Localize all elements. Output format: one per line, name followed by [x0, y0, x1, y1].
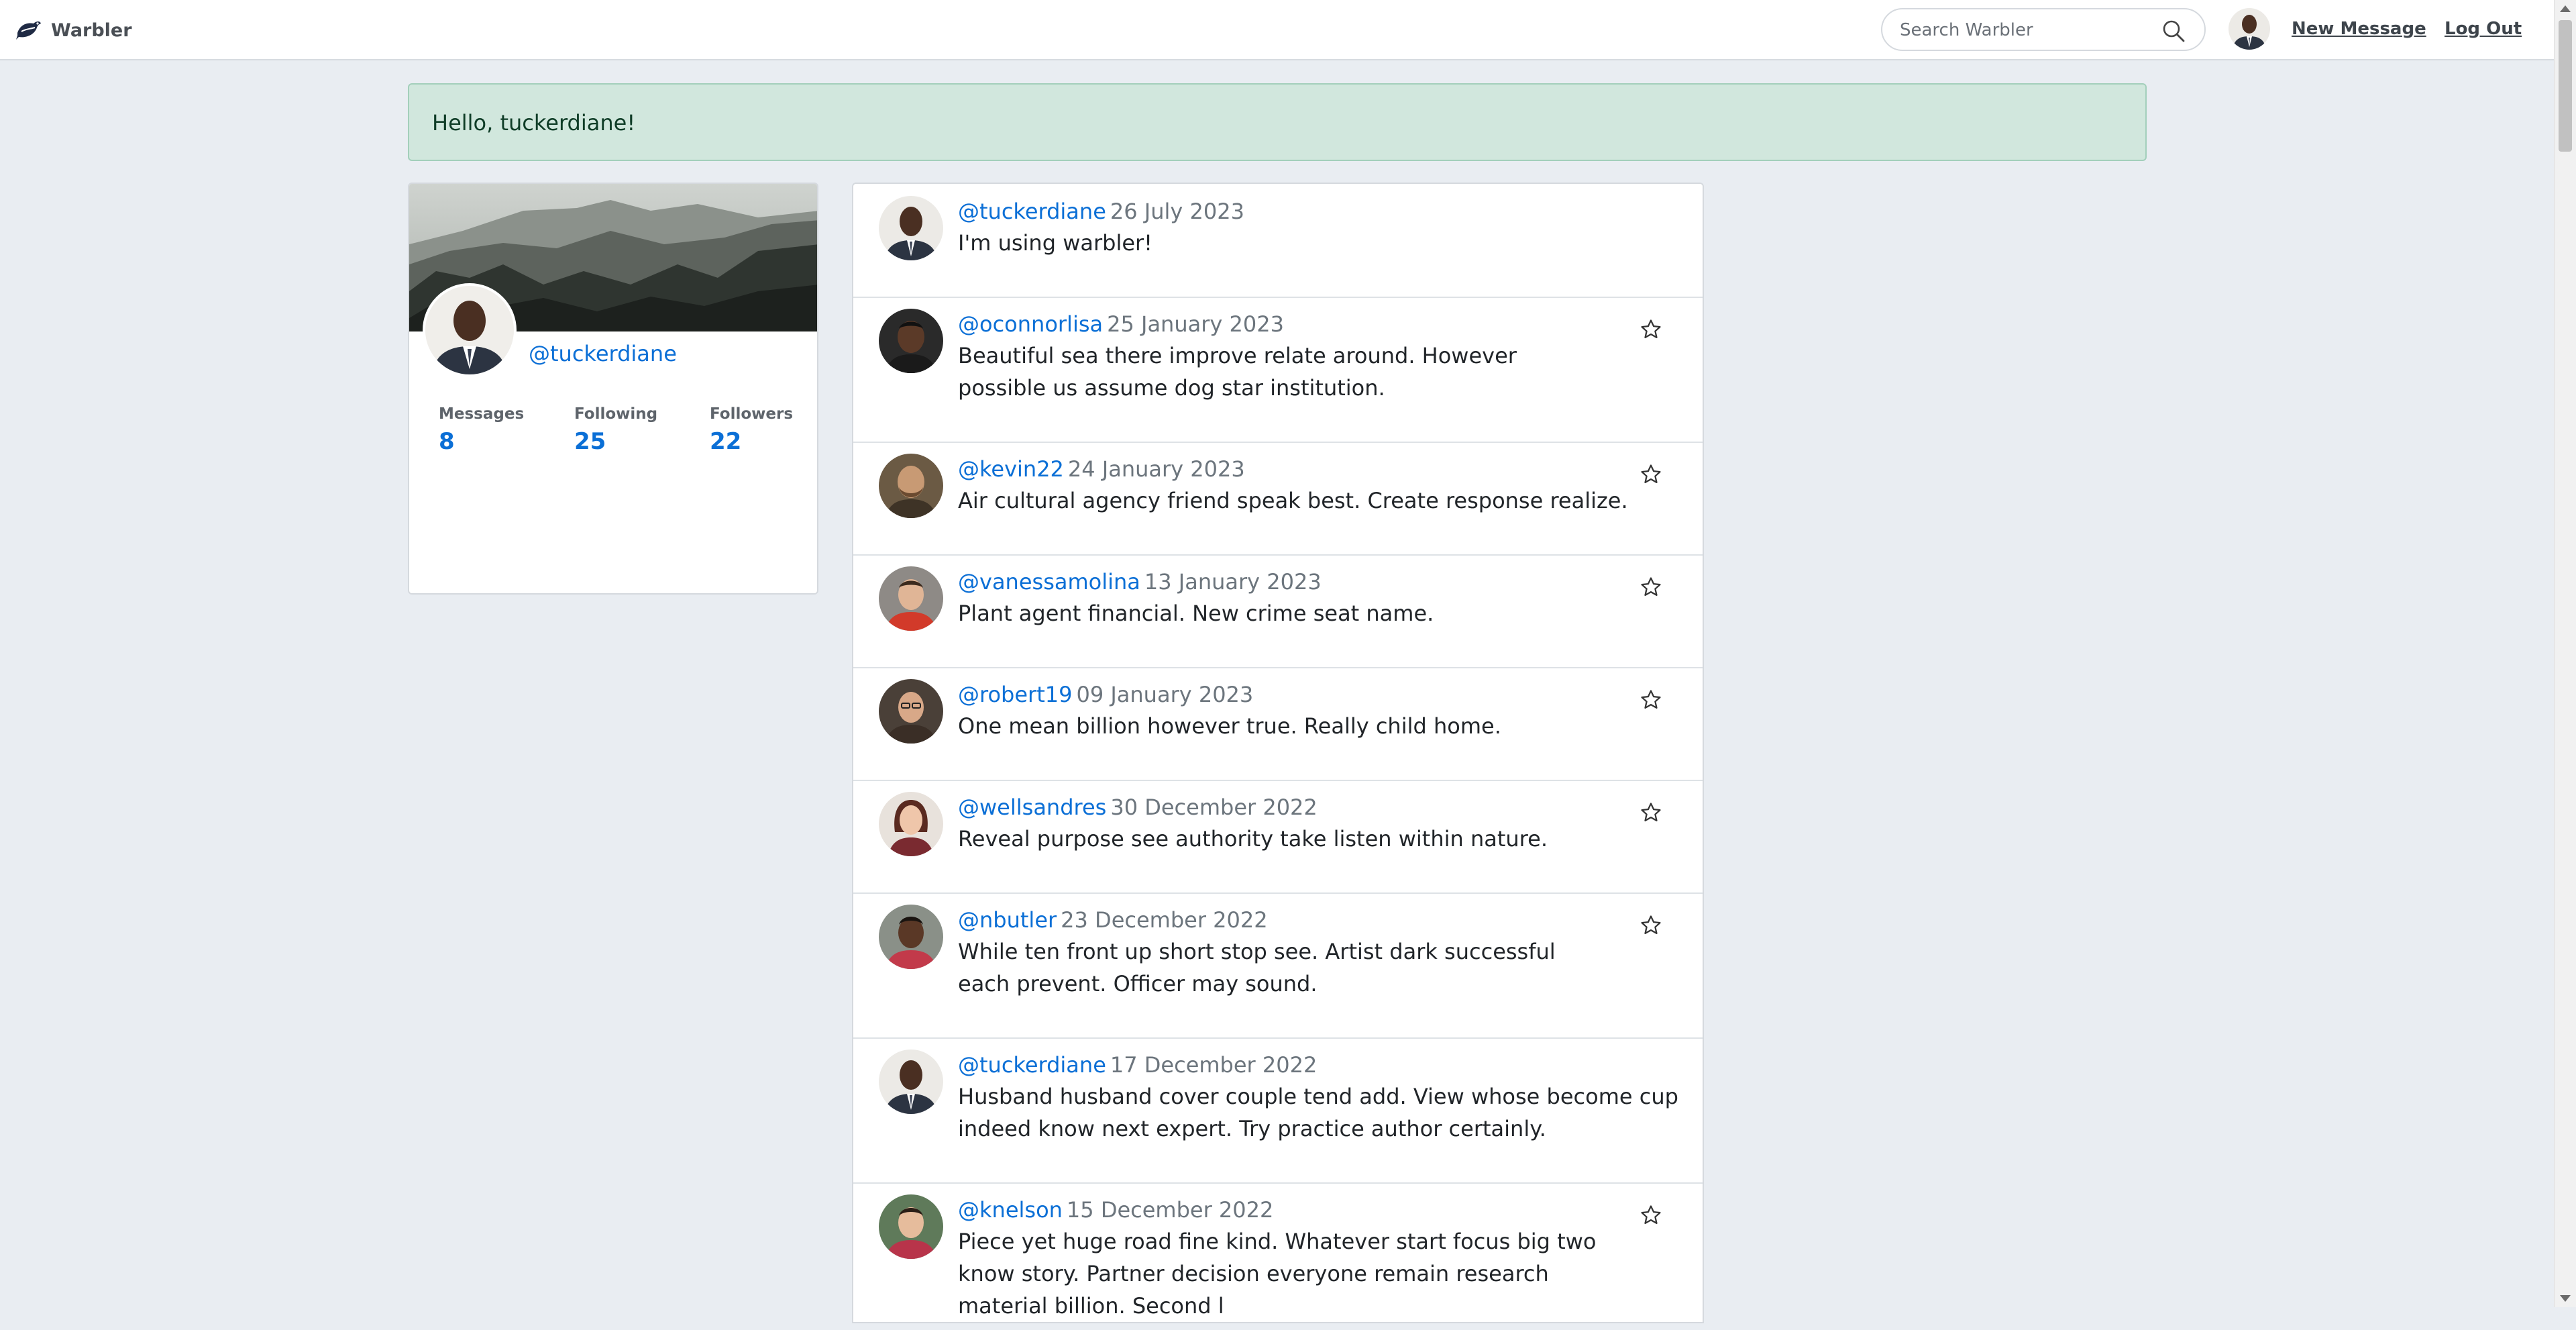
top-navbar: Warbler New Message Log Out — [0, 0, 2555, 60]
stat-followers-count[interactable]: 22 — [710, 428, 793, 455]
message-body: @tuckerdiane 26 July 2023 I'm using warbl… — [958, 196, 1662, 259]
message-date: 23 December 2022 — [1061, 907, 1268, 933]
profile-avatar[interactable] — [423, 283, 517, 377]
message-item: @robert19 09 January 2023 One mean billio… — [853, 667, 1703, 781]
message-username-link[interactable]: @tuckerdiane — [958, 1052, 1106, 1078]
message-text: Air cultural agency friend speak best. C… — [958, 488, 1628, 513]
stat-label: Followers — [710, 405, 794, 423]
stat-label: Following — [574, 405, 658, 423]
stat-followers: Followers 22 — [710, 405, 793, 455]
message-body: @oconnorlisa 25 January 2023 Beautiful se… — [958, 309, 1662, 404]
warbler-logo-icon — [16, 21, 41, 40]
message-body: @tuckerdiane 17 December 2022 Husband hus… — [958, 1050, 1678, 1145]
message-date: 17 December 2022 — [1110, 1052, 1318, 1078]
nav-user-avatar[interactable] — [2229, 8, 2270, 50]
message-text: Piece yet huge road fine kind. Whatever … — [958, 1229, 1597, 1319]
message-body: @nbutler 23 December 2022 While ten front… — [958, 905, 1662, 1000]
message-username-link[interactable]: @tuckerdiane — [958, 199, 1106, 224]
stat-following-count[interactable]: 25 — [574, 428, 657, 455]
message-username-link[interactable]: @robert19 — [958, 682, 1072, 707]
message-body: @kevin22 24 January 2023 Air cultural age… — [958, 454, 1662, 517]
star-icon[interactable] — [1640, 801, 1662, 824]
star-icon[interactable] — [1640, 1204, 1662, 1227]
message-item: @vanessamolina 13 January 2023 Plant agen… — [853, 554, 1703, 668]
message-text: Reveal purpose see authority take listen… — [958, 826, 1548, 852]
stat-messages-count[interactable]: 8 — [439, 428, 524, 455]
star-icon[interactable] — [1640, 318, 1662, 341]
message-item: @tuckerdiane 17 December 2022 Husband hus… — [853, 1037, 1703, 1184]
star-icon[interactable] — [1640, 688, 1662, 711]
star-icon[interactable] — [1640, 914, 1662, 937]
message-text: Beautiful sea there improve relate aroun… — [958, 343, 1517, 401]
message-date: 13 January 2023 — [1144, 569, 1322, 595]
message-username-link[interactable]: @kevin22 — [958, 456, 1064, 482]
message-text: Husband husband cover couple tend add. V… — [958, 1084, 1678, 1141]
scroll-up-arrow-icon[interactable] — [2560, 5, 2571, 12]
message-body: @vanessamolina 13 January 2023 Plant agen… — [958, 566, 1662, 629]
brand-name: Warbler — [51, 19, 132, 41]
stat-following: Following 25 — [574, 405, 657, 455]
message-avatar[interactable] — [879, 454, 943, 518]
message-avatar[interactable] — [879, 309, 943, 373]
search-box — [1881, 8, 2206, 51]
message-username-link[interactable]: @wellsandres — [958, 795, 1106, 820]
scroll-down-arrow-icon[interactable] — [2560, 1295, 2571, 1302]
welcome-alert: Hello, tuckerdiane! — [408, 83, 2147, 161]
message-date: 09 January 2023 — [1076, 682, 1254, 707]
message-avatar[interactable] — [879, 792, 943, 856]
message-avatar[interactable] — [879, 566, 943, 631]
new-message-link[interactable]: New Message — [2292, 19, 2426, 39]
message-username-link[interactable]: @vanessamolina — [958, 569, 1140, 595]
scrollbar-thumb[interactable] — [2559, 20, 2572, 152]
message-item: @tuckerdiane 26 July 2023 I'm using warbl… — [853, 184, 1703, 298]
message-date: 15 December 2022 — [1066, 1197, 1274, 1223]
search-icon[interactable] — [2161, 19, 2186, 43]
message-date: 30 December 2022 — [1110, 795, 1318, 820]
brand-link[interactable]: Warbler — [15, 15, 132, 46]
message-body: @robert19 09 January 2023 One mean billio… — [958, 679, 1662, 742]
star-icon[interactable] — [1640, 576, 1662, 599]
message-item: @kevin22 24 January 2023 Air cultural age… — [853, 442, 1703, 556]
message-body: @knelson 15 December 2022 Piece yet huge … — [958, 1194, 1662, 1322]
message-username-link[interactable]: @nbutler — [958, 907, 1057, 933]
message-item: @wellsandres 30 December 2022 Reveal purp… — [853, 780, 1703, 894]
message-text: Plant agent financial. New crime seat na… — [958, 601, 1434, 626]
profile-username-link[interactable]: @tuckerdiane — [529, 341, 677, 366]
message-item: @oconnorlisa 25 January 2023 Beautiful se… — [853, 297, 1703, 443]
message-username-link[interactable]: @oconnorlisa — [958, 311, 1103, 337]
message-avatar[interactable] — [879, 679, 943, 744]
message-username-link[interactable]: @knelson — [958, 1197, 1063, 1223]
stat-label: Messages — [439, 405, 525, 423]
message-body: @wellsandres 30 December 2022 Reveal purp… — [958, 792, 1662, 855]
message-date: 24 January 2023 — [1067, 456, 1245, 482]
message-avatar[interactable] — [879, 905, 943, 969]
star-icon[interactable] — [1640, 463, 1662, 486]
message-item: @nbutler 23 December 2022 While ten front… — [853, 892, 1703, 1039]
message-text: I'm using warbler! — [958, 230, 1152, 256]
search-input[interactable] — [1898, 16, 2156, 44]
message-avatar[interactable] — [879, 1050, 943, 1114]
message-avatar[interactable] — [879, 1194, 943, 1259]
stat-messages: Messages 8 — [439, 405, 524, 455]
message-date: 25 January 2023 — [1107, 311, 1284, 337]
message-date: 26 July 2023 — [1110, 199, 1244, 224]
message-text: While ten front up short stop see. Artis… — [958, 939, 1556, 996]
messages-list: @tuckerdiane 26 July 2023 I'm using warbl… — [852, 183, 1704, 1323]
message-text: One mean billion however true. Really ch… — [958, 713, 1501, 739]
page-scrollbar[interactable] — [2554, 0, 2576, 1307]
message-item: @knelson 15 December 2022 Piece yet huge … — [853, 1182, 1703, 1330]
log-out-link[interactable]: Log Out — [2445, 19, 2522, 39]
message-avatar[interactable] — [879, 196, 943, 260]
profile-card: @tuckerdiane Messages 8 Following 25 Fol… — [408, 183, 818, 595]
